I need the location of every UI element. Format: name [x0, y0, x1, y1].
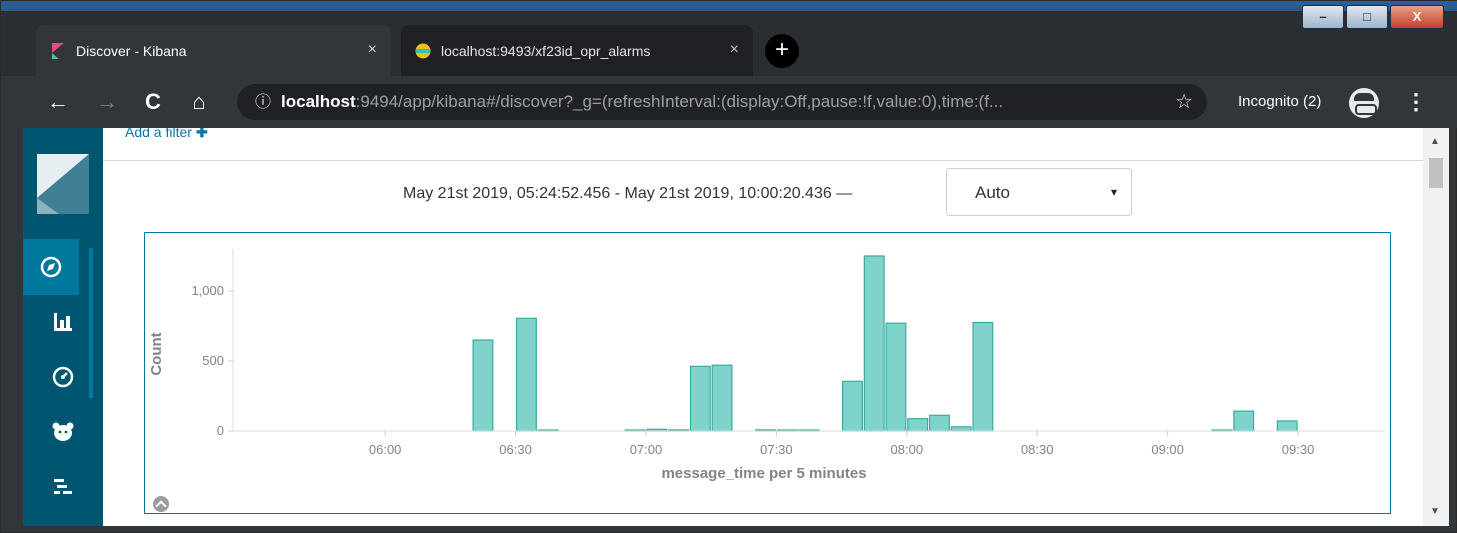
forward-icon[interactable]: →: [92, 88, 122, 118]
tab-title: localhost:9493/xf23id_opr_alarms: [441, 42, 651, 59]
url-path: :9494/app/kibana#/discover?_g=(refreshIn…: [355, 92, 1004, 111]
x-tick-label: 06:30: [499, 442, 532, 457]
chevron-down-icon: ▾: [1110, 185, 1117, 199]
sidebar-item-dev-tools[interactable]: [23, 459, 103, 515]
gauge-icon: [52, 366, 74, 388]
bookmark-star-icon[interactable]: ☆: [1175, 84, 1193, 120]
histogram-bar: [842, 380, 863, 432]
home-icon[interactable]: ⌂: [184, 88, 214, 118]
histogram-bar: [928, 414, 950, 432]
tab-localhost-9493[interactable]: localhost:9493/xf23id_opr_alarms ×: [401, 25, 753, 76]
add-filter-label: Add a filter: [125, 128, 192, 140]
x-tick-label: 07:00: [630, 442, 663, 457]
discover-main: Add a filter ✚ May 21st 2019, 05:24:52.45…: [103, 128, 1423, 526]
browser-window: Discover - Kibana × localhost:9493/xf23i…: [0, 0, 1457, 533]
x-tick-label: 09:30: [1282, 442, 1315, 457]
y-tick-label: 1,000: [191, 283, 224, 298]
interval-selected-value: Auto: [975, 183, 1010, 202]
histogram-bar: [863, 255, 885, 432]
x-tick-label: 09:00: [1151, 442, 1184, 457]
histogram-bar: [711, 364, 733, 432]
histogram-chart: 0 500 1,000 06:00 06:30 07:00 07:30 08:00 08:30 0…: [144, 232, 1391, 514]
sidebar-scroll-indicator: [89, 248, 93, 398]
elasticsearch-favicon-icon: [415, 43, 431, 58]
collapse-chart-icon[interactable]: [153, 496, 169, 512]
histogram-bar: [472, 339, 494, 432]
window-controls: – □ X: [1302, 5, 1444, 29]
new-tab-button[interactable]: +: [765, 34, 799, 68]
minimize-button[interactable]: –: [1302, 5, 1344, 29]
histogram-bar: [515, 317, 537, 432]
x-tick-label: 08:00: [891, 442, 924, 457]
sidebar-item-timelion[interactable]: [23, 404, 103, 460]
scroll-thumb[interactable]: [1429, 158, 1443, 188]
histogram-bar: [1233, 410, 1255, 432]
close-window-button[interactable]: X: [1390, 5, 1444, 29]
histogram-bar: [885, 322, 907, 432]
filter-bar: Add a filter ✚: [103, 128, 1423, 161]
sidebar-item-discover[interactable]: [23, 239, 79, 295]
timelion-bear-icon: [52, 422, 74, 441]
y-tick-label: 500: [202, 353, 224, 368]
compass-icon: [40, 256, 62, 278]
plus-icon: ✚: [195, 128, 208, 140]
url-host: localhost: [281, 92, 356, 111]
kibana-sidebar: [23, 128, 103, 526]
kibana-favicon-icon: [52, 42, 64, 59]
kibana-logo-icon: [37, 154, 89, 214]
back-icon[interactable]: ←: [43, 88, 73, 118]
time-range-label: May 21st 2019, 05:24:52.456 - May 21st 2…: [403, 185, 853, 202]
histogram-bar: [907, 418, 929, 432]
reload-icon[interactable]: C: [138, 88, 168, 118]
histogram-bar: [1276, 420, 1298, 432]
dev-tools-icon: [54, 479, 72, 494]
browser-menu-icon[interactable]: ⋮: [1405, 88, 1427, 118]
histogram-svg: 0 500 1,000 06:00 06:30 07:00 07:30 08:00 08:30 0…: [148, 249, 1385, 482]
maximize-button[interactable]: □: [1346, 5, 1388, 29]
page-content: Add a filter ✚ May 21st 2019, 05:24:52.45…: [23, 128, 1449, 526]
address-bar[interactable]: ⓘ localhost:9494/app/kibana#/discover?_g=…: [237, 84, 1207, 120]
browser-toolbar: ← → C ⌂ ⓘ localhost:9494/app/kibana#/disc…: [1, 76, 1457, 128]
site-info-icon[interactable]: ⓘ: [255, 94, 271, 111]
page-scrollbar[interactable]: ▲ ▼: [1423, 128, 1449, 526]
interval-select[interactable]: Auto ▾: [946, 168, 1132, 216]
y-tick-label: 0: [217, 423, 224, 438]
tab-title: Discover - Kibana: [76, 42, 187, 59]
scroll-down-icon[interactable]: ▼: [1430, 506, 1440, 517]
bar-chart-icon: [54, 313, 72, 331]
histogram-bar: [950, 426, 972, 432]
incognito-label[interactable]: Incognito (2): [1238, 76, 1321, 128]
tab-close-icon[interactable]: ×: [368, 41, 377, 59]
x-tick-label: 07:30: [760, 442, 793, 457]
y-axis-title: Count: [148, 332, 165, 375]
incognito-icon[interactable]: [1349, 88, 1379, 118]
x-axis-title: message_time per 5 minutes: [661, 465, 866, 482]
add-filter-link[interactable]: Add a filter ✚: [125, 128, 208, 141]
x-tick-label: 08:30: [1021, 442, 1054, 457]
histogram-bar: [972, 321, 994, 432]
tab-close-icon[interactable]: ×: [730, 41, 739, 59]
tab-discover-kibana[interactable]: Discover - Kibana ×: [36, 25, 391, 76]
scroll-up-icon[interactable]: ▲: [1430, 136, 1440, 147]
histogram-bar: [689, 365, 711, 432]
x-tick-label: 06:00: [369, 442, 402, 457]
